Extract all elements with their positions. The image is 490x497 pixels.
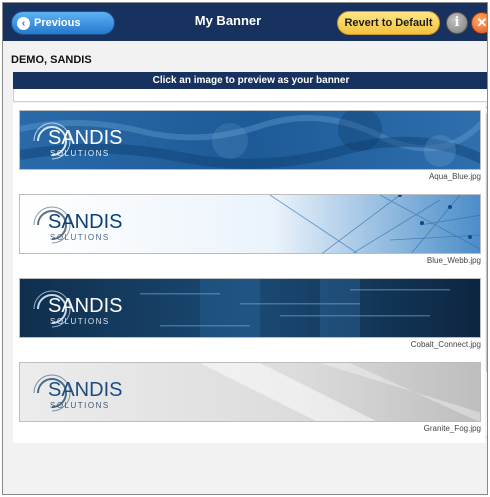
banner-item-blue-webb[interactable]: SANDIS SOLUTIONS Blue_Webb.jpg [13,187,481,271]
previous-label: Previous [34,17,81,29]
banner-list: SANDIS SOLUTIONS Aqua_Blue.jpg SANDIS SO… [13,103,487,443]
banner-logo-text: SANDIS [48,211,122,233]
banner-item-aqua-blue[interactable]: SANDIS SOLUTIONS Aqua_Blue.jpg [13,103,481,187]
banner-image-cobalt-connect[interactable]: SANDIS SOLUTIONS [19,278,481,338]
info-icon[interactable]: i [446,12,468,34]
banner-logo-text: SANDIS [48,295,122,317]
banner-logo-subtext: SOLUTIONS [50,149,110,158]
scroll-up-icon[interactable]: ▲ [485,103,487,111]
banner-item-granite-fog[interactable]: SANDIS SOLUTIONS Granite_Fog.jpg [13,355,481,439]
previous-button[interactable]: ‹ Previous [11,11,115,35]
instruction-bar: Click an image to preview as your banner [13,72,487,89]
scrollbar-thumb[interactable] [486,113,487,373]
banner-image-aqua-blue[interactable]: SANDIS SOLUTIONS [19,110,481,170]
banner-logo-subtext: SOLUTIONS [50,401,110,410]
banner-logo-subtext: SOLUTIONS [50,317,110,326]
banner-filename: Granite_Fog.jpg [423,424,481,433]
preview-strip [13,89,487,102]
revert-to-default-button[interactable]: Revert to Default [337,11,440,35]
user-name: DEMO, SANDIS [11,54,92,66]
banner-filename: Blue_Webb.jpg [426,256,481,265]
banner-logo-subtext: SOLUTIONS [50,233,110,242]
banner-image-blue-webb[interactable]: SANDIS SOLUTIONS [19,194,481,254]
window-title: My Banner [194,13,262,28]
banner-filename: Cobalt_Connect.jpg [410,340,481,349]
close-icon[interactable]: ✕ [471,12,487,34]
scroll-down-icon[interactable]: ▼ [485,435,487,443]
title-bar: ‹ Previous My Banner Revert to Default i… [3,3,487,41]
banner-item-cobalt-connect[interactable]: SANDIS SOLUTIONS Cobalt_Connect.jpg [13,271,481,355]
banner-logo-text: SANDIS [48,127,122,149]
chevron-left-icon: ‹ [17,16,30,30]
banner-logo-text: SANDIS [48,379,122,401]
banner-image-granite-fog[interactable]: SANDIS SOLUTIONS [19,362,481,422]
banner-dialog: ‹ Previous My Banner Revert to Default i… [2,2,488,495]
banner-filename: Aqua_Blue.jpg [428,172,481,181]
